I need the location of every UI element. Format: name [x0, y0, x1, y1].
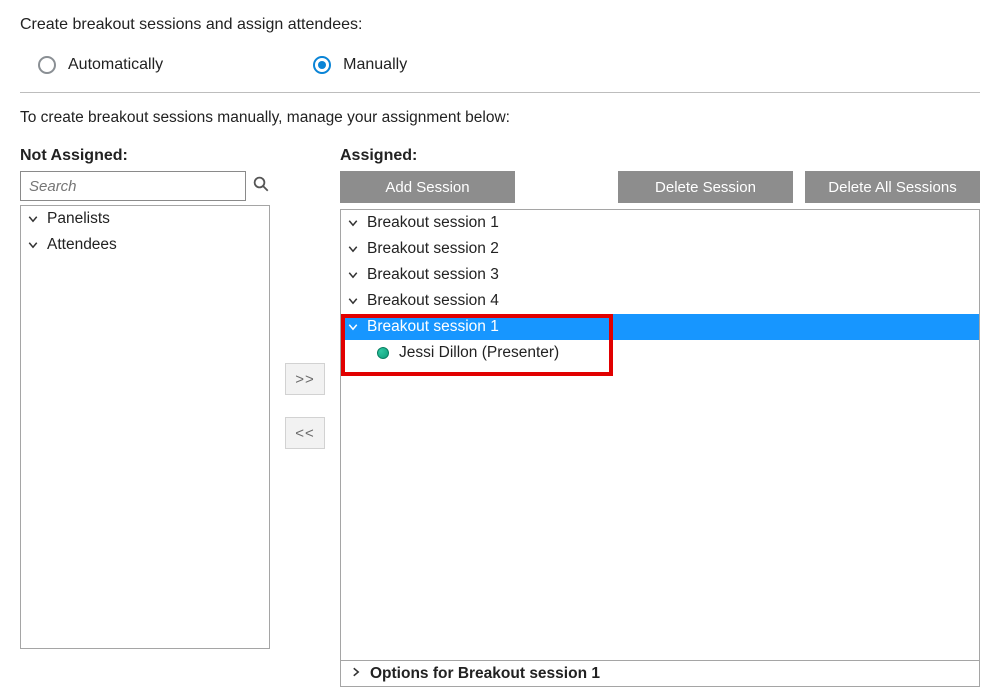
session-item[interactable]: Breakout session 4 [341, 288, 979, 314]
session-item[interactable]: Breakout session 2 [341, 236, 979, 262]
group-panelists[interactable]: Panelists [21, 206, 269, 232]
assigned-title: Assigned: [340, 147, 980, 165]
add-session-button[interactable]: Add Session [340, 171, 515, 203]
header-text: Create breakout sessions and assign atte… [20, 16, 980, 34]
options-row[interactable]: Options for Breakout session 1 [341, 660, 979, 686]
radio-manually[interactable]: Manually [313, 56, 407, 74]
chevron-down-icon [27, 213, 39, 225]
assigned-panel[interactable]: Breakout session 1 Breakout session 2 Br… [340, 209, 980, 687]
chevron-down-icon [347, 321, 359, 333]
move-out-button[interactable]: << [285, 417, 325, 449]
assigned-column: Assigned: Add Session Delete Session Del… [340, 147, 980, 687]
chevron-right-icon [350, 665, 362, 683]
delete-all-sessions-button[interactable]: Delete All Sessions [805, 171, 980, 203]
instruction-text: To create breakout sessions manually, ma… [20, 109, 980, 127]
presence-icon [377, 347, 389, 359]
move-buttons-column: >> << [270, 147, 340, 449]
assignment-mode-radio-group: Automatically Manually [20, 56, 980, 74]
session-label: Breakout session 2 [367, 240, 499, 258]
button-spacer [527, 171, 606, 203]
chevron-down-icon [347, 269, 359, 281]
radio-circle-icon [38, 56, 56, 74]
options-label: Options for Breakout session 1 [370, 665, 600, 683]
not-assigned-panel[interactable]: Panelists Attendees [20, 205, 270, 649]
session-label: Breakout session 4 [367, 292, 499, 310]
radio-circle-icon [313, 56, 331, 74]
separator [20, 92, 980, 93]
radio-dot-icon [318, 61, 326, 69]
search-row [20, 171, 270, 201]
session-label: Breakout session 3 [367, 266, 499, 284]
session-item-selected[interactable]: Breakout session 1 [341, 314, 979, 340]
attendee-name: Jessi Dillon (Presenter) [399, 344, 559, 362]
search-input[interactable] [20, 171, 246, 201]
not-assigned-title: Not Assigned: [20, 147, 270, 165]
columns-layout: Not Assigned: Panelists Attendees >> << … [20, 147, 980, 687]
search-icon[interactable] [252, 175, 270, 198]
chevron-down-icon [347, 295, 359, 307]
session-label: Breakout session 1 [367, 318, 499, 336]
session-item[interactable]: Breakout session 3 [341, 262, 979, 288]
chevron-down-icon [347, 243, 359, 255]
radio-auto-label: Automatically [68, 56, 163, 74]
group-label: Panelists [47, 210, 110, 228]
session-label: Breakout session 1 [367, 214, 499, 232]
session-button-row: Add Session Delete Session Delete All Se… [340, 171, 980, 203]
chevron-down-icon [347, 217, 359, 229]
radio-manual-label: Manually [343, 56, 407, 74]
chevron-down-icon [27, 239, 39, 251]
group-label: Attendees [47, 236, 117, 254]
delete-session-button[interactable]: Delete Session [618, 171, 793, 203]
radio-automatically[interactable]: Automatically [38, 56, 163, 74]
group-attendees[interactable]: Attendees [21, 232, 269, 258]
move-in-button[interactable]: >> [285, 363, 325, 395]
not-assigned-column: Not Assigned: Panelists Attendees [20, 147, 270, 649]
session-attendee[interactable]: Jessi Dillon (Presenter) [341, 340, 979, 366]
session-item[interactable]: Breakout session 1 [341, 210, 979, 236]
